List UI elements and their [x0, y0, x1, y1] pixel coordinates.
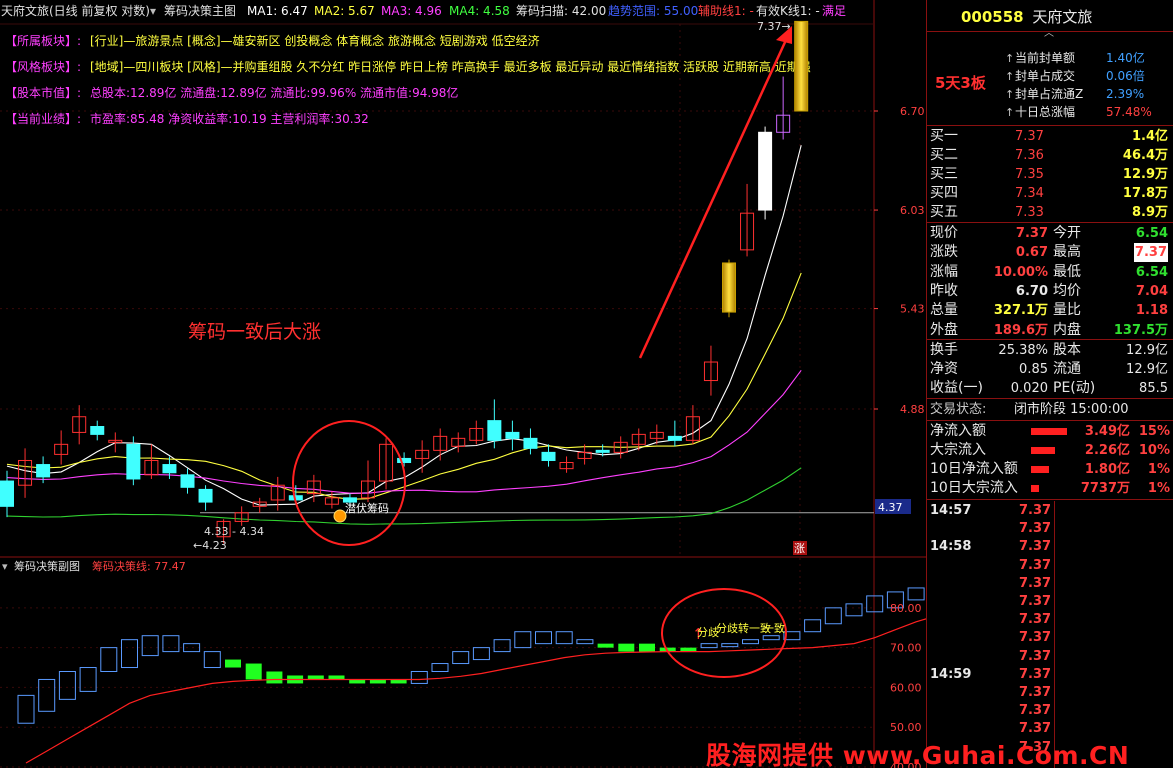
info-text: 市盈率:85.48 净资收益率:10.19 主营利润率:30.32 [90, 111, 369, 126]
kline-chart[interactable]: 天府文旅(日线 前复权 对数) ▾ 筹码决策主图 MA1: 6.47 MA2: … [0, 0, 926, 768]
stat-row: 涨幅 10.00% 最低 6.54 [930, 263, 1168, 280]
chevron-down-icon: ▾ [150, 4, 156, 18]
price-tick: 6.03 [900, 204, 925, 217]
chevron-down-icon: ▾ [2, 560, 8, 573]
sub-bar [597, 643, 614, 648]
bid-row: 买五 7.33 8.9万 [930, 204, 1168, 220]
current-price-text: 4.37 [878, 501, 903, 514]
price-tick: 5.43 [900, 303, 925, 316]
price-tick: 6.70 [900, 105, 925, 118]
seal-row: ↑ 封单占成交 0.06倍 [1005, 69, 1145, 83]
price-tick: 4.88 [900, 403, 925, 416]
seal-row: ↑ 十日总涨幅 57.48% [1005, 105, 1152, 119]
sub-bar [307, 675, 324, 680]
scan-value: 筹码扫描: 42.00 [516, 4, 606, 18]
high-label: 7.37→ [757, 20, 791, 33]
tick-row: 7.37 [1019, 521, 1052, 537]
stat-row: 现价 7.37 今开 6.54 [930, 225, 1168, 241]
fund-row: 净资 0.85 流通 12.9亿 [930, 361, 1168, 377]
stat-row: 涨跌 0.67 最高 7.37 [930, 243, 1168, 263]
sub-header: ▾ 筹码决策副图 筹码决策线: 77.47 [2, 559, 186, 573]
sub-tick: 80.00 [890, 602, 922, 615]
tick-row: 14:58 7.37 [930, 539, 1052, 555]
sub-line-value: 筹码决策线: 77.47 [92, 559, 186, 573]
quote-title: 000558 天府文旅 [961, 6, 1092, 27]
ma1-value: MA1: 6.47 [247, 4, 308, 18]
flow-bar [1031, 485, 1039, 492]
tick-row: 7.37 [1019, 703, 1052, 719]
satisfy-value: 满足 [822, 4, 846, 18]
fund-row: 换手 25.38% 股本 12.9亿 [930, 342, 1168, 358]
trade-status: 交易状态: 闭市阶段 15:00:00 [930, 402, 1129, 417]
zone-value: 趋势范围: 55.00 [608, 4, 698, 18]
sub-bar [618, 643, 635, 652]
flow-row: 大宗流入 2.26亿 10% [930, 442, 1170, 458]
info-text: 总股本:12.89亿 流通盘:12.89亿 流通比:99.96% 流通市值:94… [90, 85, 458, 100]
ma3-value: MA3: 4.96 [381, 4, 442, 18]
flow-bar [1031, 447, 1056, 454]
range-label: 4.33 - 4.34 [204, 525, 264, 538]
indicator-name[interactable]: 筹码决策主图 [164, 4, 236, 18]
flow-row: 净流入额 3.49亿 15% [930, 423, 1170, 439]
sub-label-3: 一致 [763, 621, 785, 635]
flow-row: 10日净流入额 1.80亿 1% [930, 461, 1170, 477]
sub-tick: 60.00 [890, 681, 922, 694]
flow-bar [1031, 428, 1067, 435]
info-label: 【风格板块】: [5, 59, 81, 74]
chart-title: 天府文旅(日线 前复权 对数) [1, 3, 150, 18]
flow-bar [1031, 466, 1049, 473]
valid-value: 有效K线1: - [756, 3, 820, 18]
tick-row: 7.37 [1019, 594, 1052, 609]
bid-row: 买二 7.36 46.4万 [930, 147, 1168, 163]
fund-row: 收益(一) 0.020 PE(动) 85.5 [930, 380, 1168, 396]
bid-row: 买一 7.37 1.4亿 [930, 128, 1168, 144]
main-annotation: 筹码一致后大涨 [188, 321, 321, 343]
stock-terminal: { "main_header": { "title": "天府文旅(日线 前复权… [0, 0, 1173, 768]
bid-row: 买四 7.34 17.8万 [930, 185, 1168, 201]
info-label: 【当前业绩】: [5, 111, 81, 126]
sub-chart-name[interactable]: 筹码决策副图 [14, 559, 80, 573]
info-text: [地域]—四川板块 [风格]—并购重组股 久不分红 昨日涨停 昨日上榜 昨高换手… [90, 59, 811, 74]
sub-tick: 70.00 [890, 642, 922, 655]
sub-bar [266, 671, 283, 684]
sub-bar [639, 643, 655, 652]
ma2-value: MA2: 5.67 [314, 4, 375, 18]
tick-row: 7.37 [1019, 630, 1052, 646]
tick-row: 7.37 [1019, 557, 1052, 573]
stock-name: 天府文旅 [1032, 8, 1093, 26]
stat-row: 总量 327.1万 量比 1.18 [930, 302, 1168, 319]
tick-row: 7.37 [1019, 685, 1052, 700]
tick-row: 7.37 [1019, 648, 1052, 664]
stock-code: 000558 [961, 8, 1024, 26]
tick-row: 14:57 7.37 [930, 503, 1052, 518]
aux1-value: 辅助线1: - [698, 4, 754, 18]
sub-bar [328, 675, 345, 680]
flow-row: 10日大宗流入 7737万 1% [930, 480, 1170, 496]
main-header: 天府文旅(日线 前复权 对数) ▾ 筹码决策主图 MA1: 6.47 MA2: … [1, 3, 846, 18]
watermark: 股海网提供 www.Guhai.Com.CN [706, 741, 1130, 768]
latent-label: 潜伏筹码 [345, 501, 389, 515]
tick-row: 14:59 7.37 [930, 666, 1052, 682]
info-label: 【股本市值】: [5, 85, 81, 100]
info-label: 【所属板块】: [5, 34, 81, 48]
zhang-badge-text: 涨 [794, 542, 805, 555]
bid-row: 买三 7.35 12.9万 [930, 166, 1168, 182]
sub-bar [225, 659, 241, 668]
tick-row: 7.37 [1019, 612, 1052, 628]
seal-row: ↑ 当前封单额 1.40亿 [1005, 51, 1145, 65]
low-label: ←4.23 [193, 539, 227, 552]
stat-row: 外盘 189.6万 内盘 137.5万 [930, 321, 1168, 338]
tick-divider [1054, 501, 1055, 768]
stat-row: 昨收 6.70 均价 7.04 [930, 282, 1168, 299]
sub-tick: 50.00 [890, 721, 922, 734]
sub-bar [245, 663, 262, 680]
quote-panel: 000558 天府文旅 ︿ 5天3板 ↑ 当前封单额 1.40亿 ↑ 封单占成交 0.06… [926, 0, 1173, 768]
seal-row: ↑ 封单占流通Z 2.39% [1005, 87, 1145, 101]
candle [758, 126, 773, 220]
candle [722, 259, 736, 318]
info-text: [行业]—旅游景点 [概念]—雄安新区 创投概念 体育概念 旅游概念 短剧游戏 … [90, 33, 540, 48]
candle [794, 20, 809, 112]
ma4-value: MA4: 4.58 [449, 4, 510, 18]
tick-row: 7.37 [1019, 575, 1052, 591]
